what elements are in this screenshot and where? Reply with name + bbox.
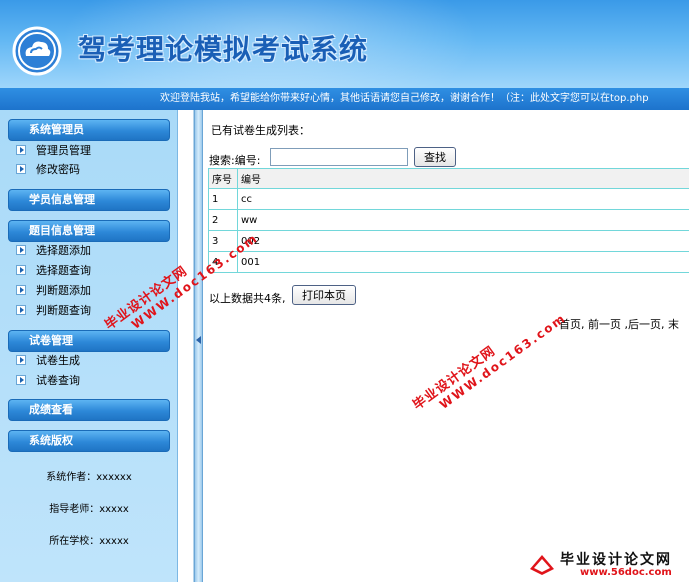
- advisor-info: 指导老师：xxxxx: [49, 504, 129, 515]
- list-title: 已有试卷生成列表：: [211, 124, 310, 137]
- table-row: 2 ww: [208, 209, 689, 231]
- section-copyright[interactable]: 系统版权: [8, 430, 170, 452]
- arrow-right-icon: [16, 355, 26, 365]
- sidebar-item-judge-add[interactable]: 判断题添加: [16, 282, 91, 300]
- sidebar-gap: [178, 110, 194, 582]
- search-label: 搜索:编号:: [209, 154, 261, 167]
- sidebar-item-label: 修改密码: [36, 163, 80, 176]
- section-system-admin[interactable]: 系统管理员: [8, 119, 170, 141]
- cell-code: cc: [237, 188, 689, 210]
- sidebar-item-admin-manage[interactable]: 管理员管理: [16, 142, 91, 160]
- search-input[interactable]: [270, 148, 408, 166]
- pagination[interactable]: 首页, 前一页 ,后一页, 末: [559, 316, 679, 332]
- sidebar-item-label: 选择题添加: [36, 244, 91, 257]
- school-info: 所在学校：xxxxx: [49, 536, 129, 547]
- header-banner: 驾考理论模拟考试系统: [0, 0, 689, 88]
- arrow-right-icon: [16, 375, 26, 385]
- section-score-view[interactable]: 成绩查看: [8, 399, 170, 421]
- arrow-right-icon: [16, 164, 26, 174]
- sidebar-item-choice-add[interactable]: 选择题添加: [16, 242, 91, 260]
- section-question-info[interactable]: 题目信息管理: [8, 220, 170, 242]
- sidebar-item-label: 选择题查询: [36, 264, 91, 277]
- sidebar-item-judge-query[interactable]: 判断题查询: [16, 302, 91, 320]
- book-logo-icon: [530, 555, 554, 575]
- main-content: 已有试卷生成列表： 搜索:编号: 查找 序号 编号 1 cc 2 ww 3 00…: [203, 110, 689, 582]
- search-button[interactable]: 查找: [414, 147, 456, 167]
- section-exam-manage[interactable]: 试卷管理: [8, 330, 170, 352]
- record-summary: 以上数据共4条,: [209, 292, 286, 305]
- cell-code: 001: [237, 251, 689, 273]
- frame-splitter[interactable]: [194, 110, 203, 582]
- arrow-right-icon: [16, 285, 26, 295]
- corner-watermark: 毕业设计论文网 www.56doc.com: [520, 545, 689, 582]
- print-page-button[interactable]: 打印本页: [292, 285, 356, 305]
- sidebar-item-label: 判断题添加: [36, 284, 91, 297]
- section-student-info[interactable]: 学员信息管理: [8, 189, 170, 211]
- corner-watermark-url: www.56doc.com: [580, 567, 672, 578]
- column-header-code: 编号: [237, 168, 689, 189]
- sidebar-item-label: 试卷查询: [36, 374, 80, 387]
- cell-code: ww: [237, 209, 689, 231]
- cell-index: 1: [208, 188, 238, 210]
- sidebar-item-change-password[interactable]: 修改密码: [16, 161, 80, 179]
- cloud-logo-icon: [12, 26, 62, 76]
- app-title: 驾考理论模拟考试系统: [78, 33, 369, 66]
- cell-code: 002: [237, 230, 689, 252]
- author-info: 系统作者：xxxxxx: [46, 472, 132, 483]
- sidebar-item-choice-query[interactable]: 选择题查询: [16, 262, 91, 280]
- sidebar-item-label: 试卷生成: [36, 354, 80, 367]
- table-header-row: 序号 编号: [208, 168, 689, 189]
- sidebar-item-label: 判断题查询: [36, 304, 91, 317]
- exam-list-table: 序号 编号 1 cc 2 ww 3 002 4 001: [208, 168, 689, 273]
- arrow-right-icon: [16, 265, 26, 275]
- table-row: 3 002: [208, 230, 689, 252]
- column-header-index: 序号: [208, 168, 238, 189]
- corner-watermark-title: 毕业设计论文网: [560, 552, 672, 568]
- table-row: 1 cc: [208, 188, 689, 210]
- collapse-arrow-icon[interactable]: [196, 336, 201, 344]
- sidebar: 系统管理员 管理员管理 修改密码 学员信息管理 题目信息管理 选择题添加 选择题…: [0, 110, 178, 582]
- arrow-right-icon: [16, 145, 26, 155]
- arrow-right-icon: [16, 305, 26, 315]
- sidebar-item-exam-generate[interactable]: 试卷生成: [16, 352, 80, 370]
- arrow-right-icon: [16, 245, 26, 255]
- sidebar-item-label: 管理员管理: [36, 144, 91, 157]
- welcome-marquee: 欢迎登陆我站，希望能给你带来好心情，其他话语请您自己修改，谢谢合作！（注：此处文…: [0, 88, 689, 110]
- sidebar-item-exam-query[interactable]: 试卷查询: [16, 372, 80, 390]
- table-row: 4 001: [208, 251, 689, 273]
